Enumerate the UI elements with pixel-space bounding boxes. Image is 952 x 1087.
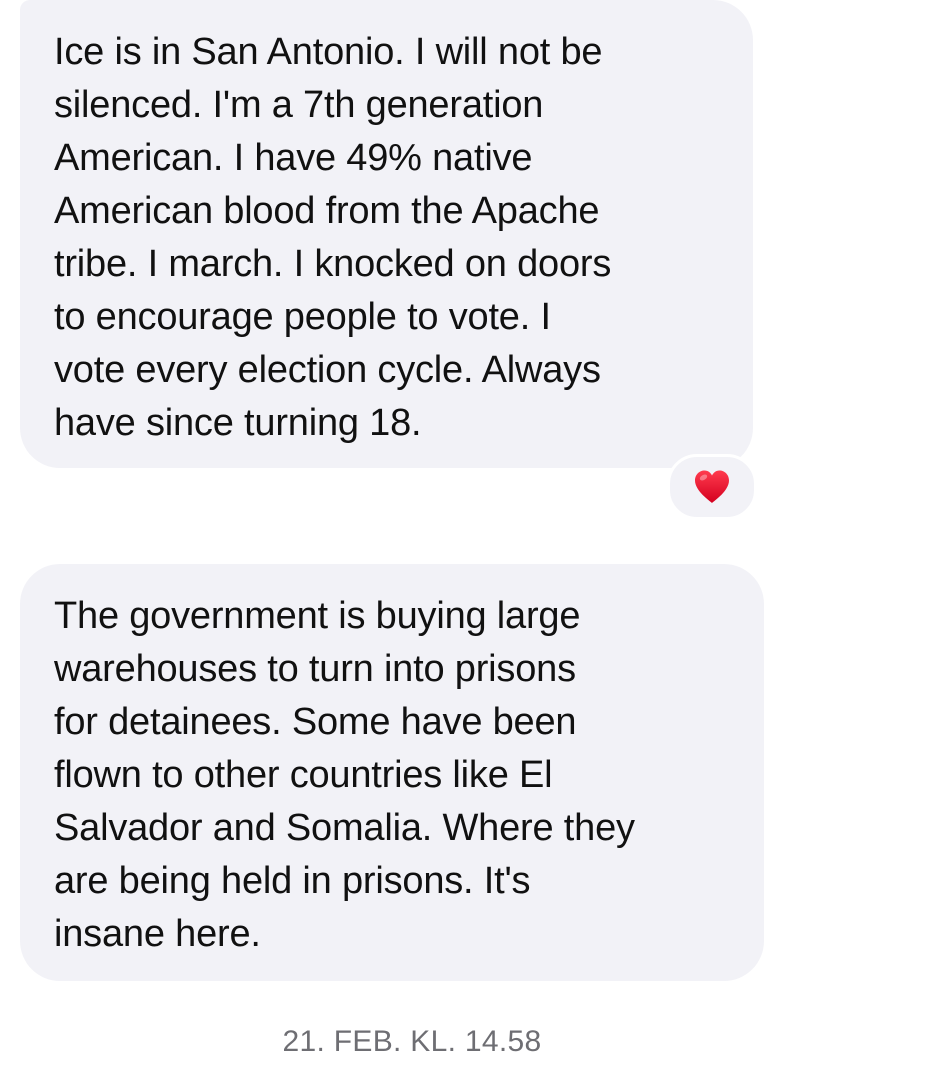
message-bubble-incoming-2[interactable]: The government is buying large warehouse…	[20, 564, 764, 981]
heart-icon	[695, 470, 729, 503]
message-text: The government is buying large warehouse…	[54, 595, 635, 955]
message-reaction[interactable]	[667, 454, 757, 520]
message-timestamp: 21. FEB. KL. 14.58	[282, 1025, 542, 1058]
message-bubble-incoming-1[interactable]: Ice is in San Antonio. I will not be sil…	[20, 0, 753, 468]
message-text: Ice is in San Antonio. I will not be sil…	[54, 31, 612, 444]
